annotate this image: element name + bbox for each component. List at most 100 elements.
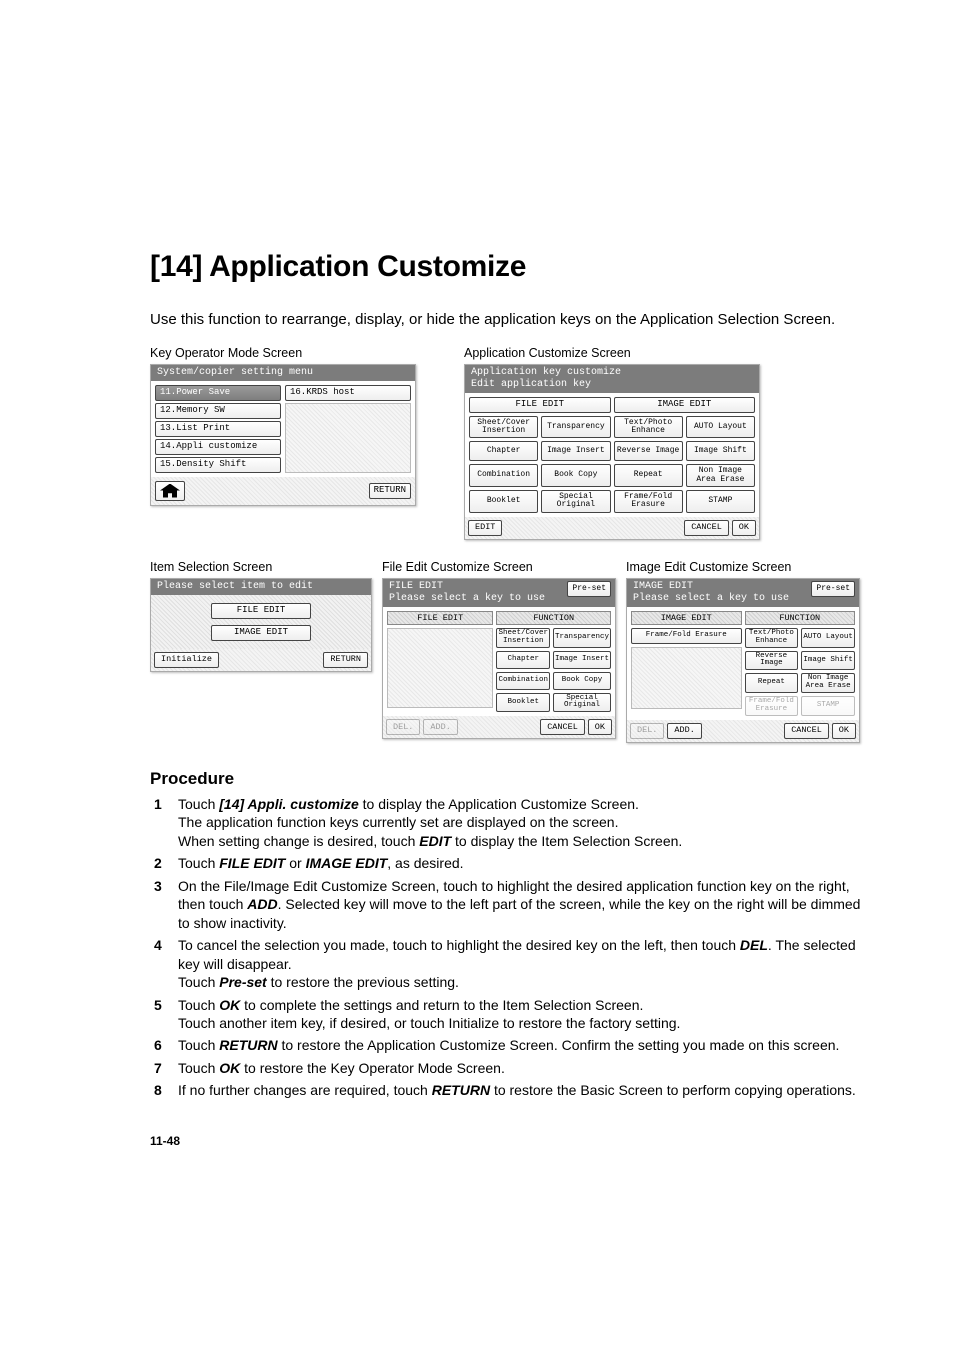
home-button[interactable] xyxy=(155,481,185,501)
appc-key[interactable]: Book Copy xyxy=(541,464,610,487)
file-edit-screen: FILE EDIT Please select a key to use Pre… xyxy=(382,578,616,740)
iedit-func-key[interactable]: Text/Photo Enhance xyxy=(745,628,799,648)
appc-key[interactable]: STAMP xyxy=(686,490,755,513)
fedit-preset-button[interactable]: Pre-set xyxy=(567,581,611,597)
iedit-func-key[interactable]: Image Shift xyxy=(801,651,855,671)
iedit-title-line1: IMAGE EDIT xyxy=(633,581,693,592)
iedit-title-line2: Please select a key to use xyxy=(633,593,789,604)
appc-edit-button[interactable]: EDIT xyxy=(468,520,502,536)
key-operator-group: Key Operator Mode Screen System/copier s… xyxy=(150,346,416,540)
isel-image-edit[interactable]: IMAGE EDIT xyxy=(211,625,311,641)
iedit-func-key[interactable]: AUTO Layout xyxy=(801,628,855,648)
appc-key[interactable]: Repeat xyxy=(614,464,683,487)
appc-footer: EDIT CANCEL OK xyxy=(465,517,759,539)
appc-title-line1: Application key customize xyxy=(471,367,621,378)
fedit-func-key[interactable]: Booklet xyxy=(496,693,550,713)
caption-file-edit: File Edit Customize Screen xyxy=(382,560,616,574)
menu-item-krds-host[interactable]: 16.KRDS host xyxy=(285,385,411,401)
isel-initialize[interactable]: Initialize xyxy=(154,652,219,668)
menu-item-list-print[interactable]: 13.List Print xyxy=(155,421,281,437)
fedit-ok-button[interactable]: OK xyxy=(588,719,612,735)
image-edit-screen: IMAGE EDIT Please select a key to use Pr… xyxy=(626,578,860,743)
fedit-func-key[interactable]: Book Copy xyxy=(553,672,611,690)
appc-key[interactable]: Chapter xyxy=(469,441,538,461)
appc-key[interactable]: Special Original xyxy=(541,490,610,513)
menu-item-memory-sw[interactable]: 12.Memory SW xyxy=(155,403,281,419)
iedit-func-key[interactable]: Frame/Fold Erasure xyxy=(745,696,799,716)
appc-key[interactable]: Booklet xyxy=(469,490,538,513)
procedure-step: To cancel the selection you made, touch … xyxy=(150,936,864,991)
appc-key[interactable]: AUTO Layout xyxy=(686,416,755,439)
appc-key[interactable]: Image Shift xyxy=(686,441,755,461)
isel-return[interactable]: RETURN xyxy=(323,652,368,668)
fedit-func-key[interactable]: Image Insert xyxy=(553,651,611,669)
key-operator-screen: System/copier setting menu 11.Power Save… xyxy=(150,364,416,506)
iedit-preset-button[interactable]: Pre-set xyxy=(811,581,855,597)
file-edit-group: File Edit Customize Screen FILE EDIT Ple… xyxy=(382,560,616,743)
fedit-add-button[interactable]: ADD. xyxy=(423,719,457,735)
appc-key[interactable]: Combination xyxy=(469,464,538,487)
screenshot-row-1: Key Operator Mode Screen System/copier s… xyxy=(150,346,864,540)
appc-file-edit-header: FILE EDIT xyxy=(469,397,611,413)
procedure-step: Touch [14] Appli. customize to display t… xyxy=(150,795,864,850)
isel-file-edit[interactable]: FILE EDIT xyxy=(211,603,311,619)
return-button[interactable]: RETURN xyxy=(369,483,411,499)
keyop-empty-area xyxy=(285,403,411,473)
fedit-func-key[interactable]: Chapter xyxy=(496,651,550,669)
appc-title: Application key customize Edit applicati… xyxy=(465,365,759,393)
fedit-right-header: FUNCTION xyxy=(496,611,611,625)
iedit-right-column: FUNCTION Text/Photo EnhanceAUTO LayoutRe… xyxy=(745,611,856,716)
appc-key[interactable]: Non Image Area Erase xyxy=(686,464,755,487)
caption-key-operator: Key Operator Mode Screen xyxy=(150,346,416,360)
fedit-func-key[interactable]: Special Original xyxy=(553,693,611,713)
iedit-cancel-button[interactable]: CANCEL xyxy=(784,723,829,739)
appc-image-edit-header: IMAGE EDIT xyxy=(614,397,756,413)
procedure-step: Touch RETURN to restore the Application … xyxy=(150,1036,864,1054)
fedit-del-button[interactable]: DEL. xyxy=(386,719,420,735)
iedit-left-item[interactable]: Frame/Fold Erasure xyxy=(631,628,742,644)
fedit-right-column: FUNCTION Sheet/Cover InsertionTransparen… xyxy=(496,611,611,713)
fedit-cancel-button[interactable]: CANCEL xyxy=(540,719,585,735)
menu-item-power-save[interactable]: 11.Power Save xyxy=(155,385,281,401)
caption-app-customize: Application Customize Screen xyxy=(464,346,760,360)
iedit-func-key[interactable]: Repeat xyxy=(745,673,799,693)
fedit-func-key[interactable]: Combination xyxy=(496,672,550,690)
page-title: [14] Application Customize xyxy=(150,250,864,284)
procedure-step: Touch FILE EDIT or IMAGE EDIT, as desire… xyxy=(150,854,864,872)
keyop-right-col: 16.KRDS host xyxy=(285,385,411,473)
app-customize-screen: Application key customize Edit applicati… xyxy=(464,364,760,540)
iedit-func-key[interactable]: Reverse Image xyxy=(745,651,799,671)
appc-cancel-button[interactable]: CANCEL xyxy=(684,520,729,536)
procedure-steps: Touch [14] Appli. customize to display t… xyxy=(150,795,864,1100)
menu-item-density-shift[interactable]: 15.Density Shift xyxy=(155,457,281,473)
page-number: 11-48 xyxy=(150,1134,864,1148)
item-selection-group: Item Selection Screen Please select item… xyxy=(150,560,372,743)
appc-key[interactable]: Image Insert xyxy=(541,441,610,461)
appc-ok-button[interactable]: OK xyxy=(732,520,756,536)
iedit-del-button[interactable]: DEL. xyxy=(630,723,664,739)
iedit-right-header: FUNCTION xyxy=(745,611,856,625)
iedit-func-key[interactable]: STAMP xyxy=(801,696,855,716)
appc-key[interactable]: Reverse Image xyxy=(614,441,683,461)
appc-key[interactable]: Transparency xyxy=(541,416,610,439)
isel-footer: Initialize RETURN xyxy=(151,649,371,671)
intro-paragraph: Use this function to rearrange, display,… xyxy=(150,310,864,330)
document-page: [14] Application Customize Use this func… xyxy=(0,0,954,1228)
iedit-add-button[interactable]: ADD. xyxy=(667,723,701,739)
appc-key[interactable]: Text/Photo Enhance xyxy=(614,416,683,439)
fedit-left-empty xyxy=(387,628,493,708)
iedit-ok-button[interactable]: OK xyxy=(832,723,856,739)
menu-item-appli-customize[interactable]: 14.Appli customize xyxy=(155,439,281,455)
isel-title: Please select item to edit xyxy=(151,579,371,595)
app-customize-group: Application Customize Screen Application… xyxy=(464,346,760,540)
fedit-func-key[interactable]: Sheet/Cover Insertion xyxy=(496,628,550,648)
fedit-left-header: FILE EDIT xyxy=(387,611,493,625)
iedit-footer: DEL. ADD. CANCEL OK xyxy=(627,720,859,742)
keyop-left-col: 11.Power Save 12.Memory SW 13.List Print… xyxy=(155,385,281,473)
iedit-func-key[interactable]: Non Image Area Erase xyxy=(801,673,855,693)
appc-key[interactable]: Frame/Fold Erasure xyxy=(614,490,683,513)
fedit-title-line1: FILE EDIT xyxy=(389,581,443,592)
appc-key[interactable]: Sheet/Cover Insertion xyxy=(469,416,538,439)
fedit-func-key[interactable]: Transparency xyxy=(553,628,611,648)
caption-image-edit: Image Edit Customize Screen xyxy=(626,560,860,574)
